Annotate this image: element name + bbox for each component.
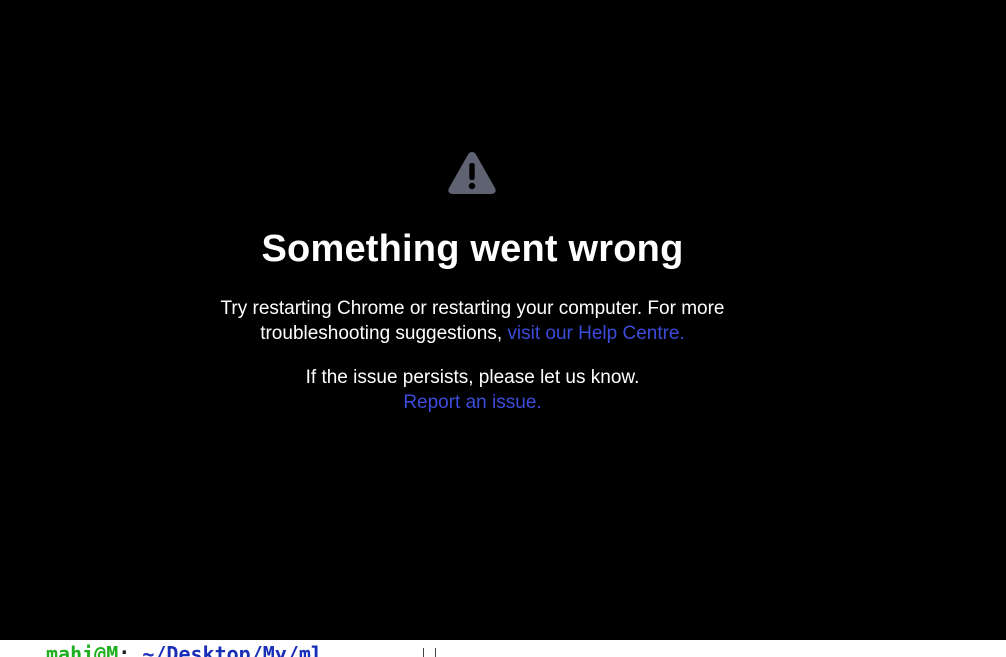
error-panel: Something went wrong Try restarting Chro… — [0, 0, 945, 640]
terminal-separator: : — [118, 642, 131, 657]
terminal-strip: mahi@M: ~/Desktop/My/ml — [0, 640, 1006, 657]
help-centre-link[interactable]: visit our Help Centre. — [507, 323, 684, 344]
persist-message: If the issue persists, please let us kno… — [190, 365, 755, 415]
report-issue-link[interactable]: Report an issue. — [403, 392, 541, 413]
error-title: Something went wrong — [261, 228, 684, 270]
divider-tick — [423, 648, 424, 657]
terminal-path: ~/Desktop/My/ml — [142, 642, 323, 657]
terminal-prompt: mahi@M: ~/Desktop/My/ml — [46, 644, 323, 657]
warning-triangle-icon — [448, 152, 496, 194]
persist-text: If the issue persists, please let us kno… — [305, 367, 640, 388]
terminal-user: mahi@M — [46, 642, 119, 657]
divider-tick — [435, 648, 436, 657]
error-message: Try restarting Chrome or restarting your… — [190, 296, 755, 346]
